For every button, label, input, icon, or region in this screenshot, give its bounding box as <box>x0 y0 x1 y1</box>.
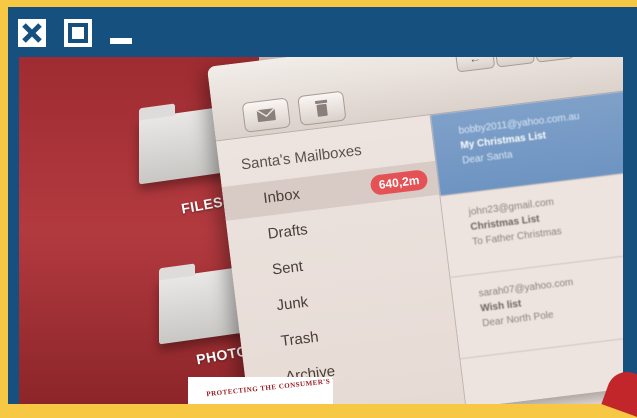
compose-button[interactable] <box>241 97 291 133</box>
mail-app-photo: FILES PHOTO ← « » <box>19 57 623 404</box>
back-button[interactable]: ← <box>454 57 496 73</box>
sidebar-item-label: Junk <box>275 293 310 315</box>
envelope-icon <box>256 107 276 123</box>
close-icon <box>22 23 42 43</box>
mailbox-sidebar: Santa's Mailboxes Inbox 640,2m Drafts Se… <box>216 115 467 404</box>
window-frame: FILES PHOTO ← « » <box>8 7 637 404</box>
close-button[interactable] <box>18 19 46 47</box>
sidebar-item-label: Drafts <box>266 221 309 243</box>
reply-all-button[interactable]: « <box>494 57 535 68</box>
forward-button[interactable]: » <box>534 57 575 63</box>
unread-count-badge: 640,2m <box>369 169 429 196</box>
minimize-icon <box>107 19 135 47</box>
minimize-button[interactable] <box>107 19 135 47</box>
seal-text: PROTECTING THE CONSUMER'S FUTURE <box>206 377 333 399</box>
delete-button[interactable] <box>297 90 347 126</box>
message-list: bobby2011@yahoo.com.au My Christmas List… <box>430 78 623 404</box>
sidebar-item-label: Trash <box>279 328 320 350</box>
maximize-button[interactable] <box>64 19 92 47</box>
sidebar-item-label: Sent <box>271 257 304 279</box>
mail-window: ← « » Santa's Mailboxes <box>207 57 623 404</box>
sidebar-header: Santa's Mailboxes <box>240 141 363 174</box>
trash-icon <box>314 99 328 117</box>
title-bar <box>8 7 637 59</box>
consumer-protection-seal: PROTECTING THE CONSUMER'S FUTURE <box>188 377 333 404</box>
sidebar-item-label: Inbox <box>262 185 301 208</box>
maximize-icon <box>68 23 88 43</box>
folder-label-files: FILES <box>179 193 225 217</box>
